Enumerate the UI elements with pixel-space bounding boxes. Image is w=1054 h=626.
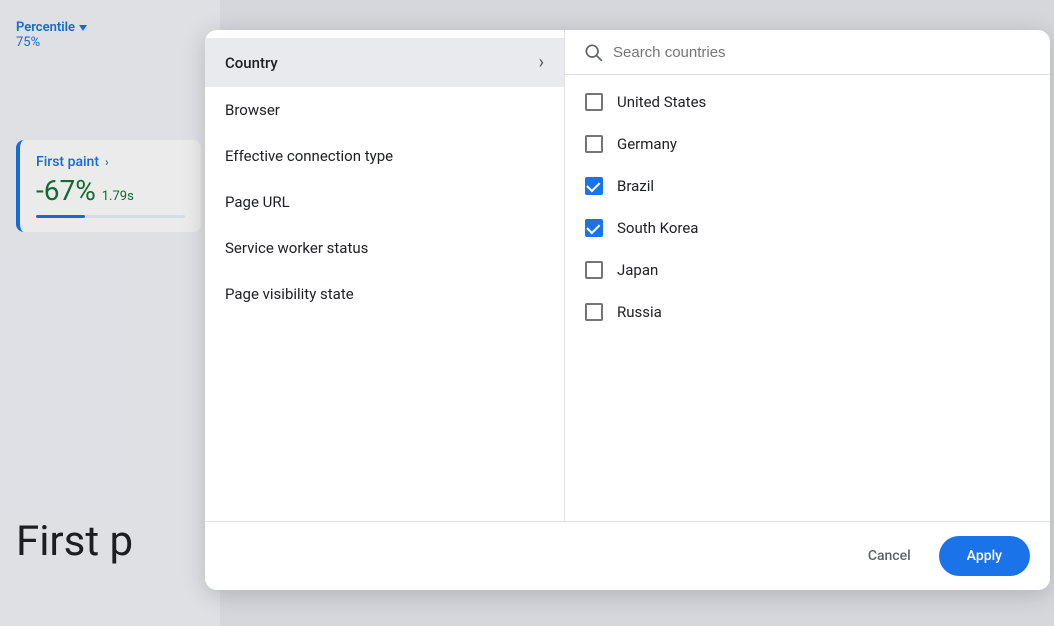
menu-item-label: Page visibility state bbox=[225, 285, 354, 303]
countries-list: United States Germany Brazil South Korea… bbox=[565, 75, 1050, 521]
chevron-right-icon: › bbox=[539, 52, 544, 73]
checkbox-kr[interactable] bbox=[585, 219, 603, 237]
dropdown-footer: Cancel Apply bbox=[205, 521, 1050, 590]
filter-dropdown: Country › Browser Effective connection type… bbox=[205, 30, 1050, 590]
country-item-jp[interactable]: Japan bbox=[565, 249, 1050, 291]
menu-item-service-worker[interactable]: Service worker status bbox=[205, 225, 564, 271]
country-item-br[interactable]: Brazil bbox=[565, 165, 1050, 207]
menu-item-label: Country bbox=[225, 54, 278, 72]
menu-item-browser[interactable]: Browser bbox=[205, 87, 564, 133]
country-label-br: Brazil bbox=[617, 177, 654, 195]
menu-item-country[interactable]: Country › bbox=[205, 38, 564, 87]
apply-button[interactable]: Apply bbox=[939, 536, 1030, 576]
left-menu: Country › Browser Effective connection type… bbox=[205, 30, 565, 521]
country-item-ru[interactable]: Russia bbox=[565, 291, 1050, 333]
checkbox-us[interactable] bbox=[585, 93, 603, 111]
menu-item-label: Browser bbox=[225, 101, 280, 119]
search-icon bbox=[583, 42, 603, 62]
menu-item-label: Page URL bbox=[225, 193, 290, 211]
checkbox-ru[interactable] bbox=[585, 303, 603, 321]
country-label-jp: Japan bbox=[617, 261, 658, 279]
menu-item-label: Service worker status bbox=[225, 239, 368, 257]
country-item-de[interactable]: Germany bbox=[565, 123, 1050, 165]
country-item-us[interactable]: United States bbox=[565, 81, 1050, 123]
menu-item-page-url[interactable]: Page URL bbox=[205, 179, 564, 225]
checkbox-jp[interactable] bbox=[585, 261, 603, 279]
search-input[interactable] bbox=[613, 44, 1032, 61]
checkbox-de[interactable] bbox=[585, 135, 603, 153]
country-label-kr: South Korea bbox=[617, 219, 698, 237]
menu-item-page-visibility[interactable]: Page visibility state bbox=[205, 271, 564, 317]
search-bar bbox=[565, 30, 1050, 75]
right-panel: United States Germany Brazil South Korea… bbox=[565, 30, 1050, 521]
country-item-kr[interactable]: South Korea bbox=[565, 207, 1050, 249]
menu-item-effective-connection[interactable]: Effective connection type bbox=[205, 133, 564, 179]
country-label-us: United States bbox=[617, 93, 706, 111]
dropdown-main: Country › Browser Effective connection type… bbox=[205, 30, 1050, 521]
menu-item-label: Effective connection type bbox=[225, 147, 393, 165]
country-label-ru: Russia bbox=[617, 303, 662, 321]
checkbox-br[interactable] bbox=[585, 177, 603, 195]
country-label-de: Germany bbox=[617, 135, 677, 153]
cancel-button[interactable]: Cancel bbox=[852, 538, 927, 574]
